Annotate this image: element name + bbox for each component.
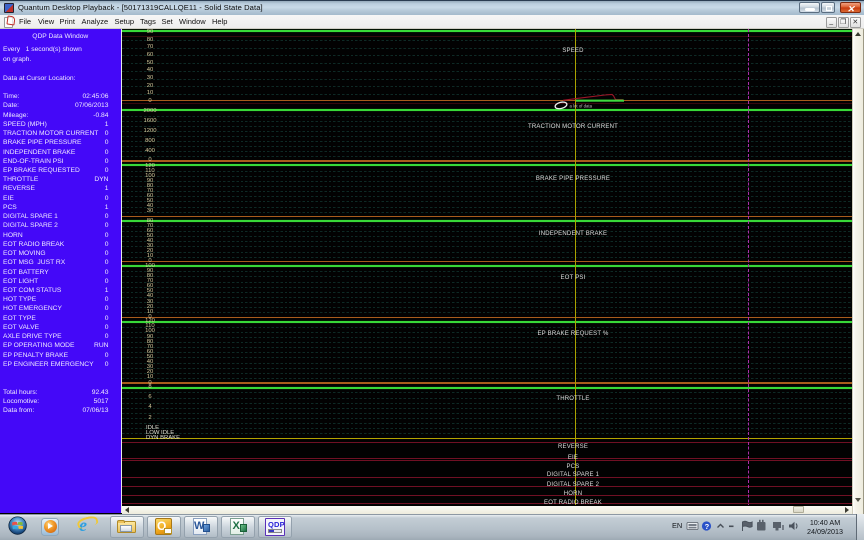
svg-text:a lot of data: a lot of data (570, 104, 593, 109)
svg-text:?: ? (705, 522, 710, 531)
